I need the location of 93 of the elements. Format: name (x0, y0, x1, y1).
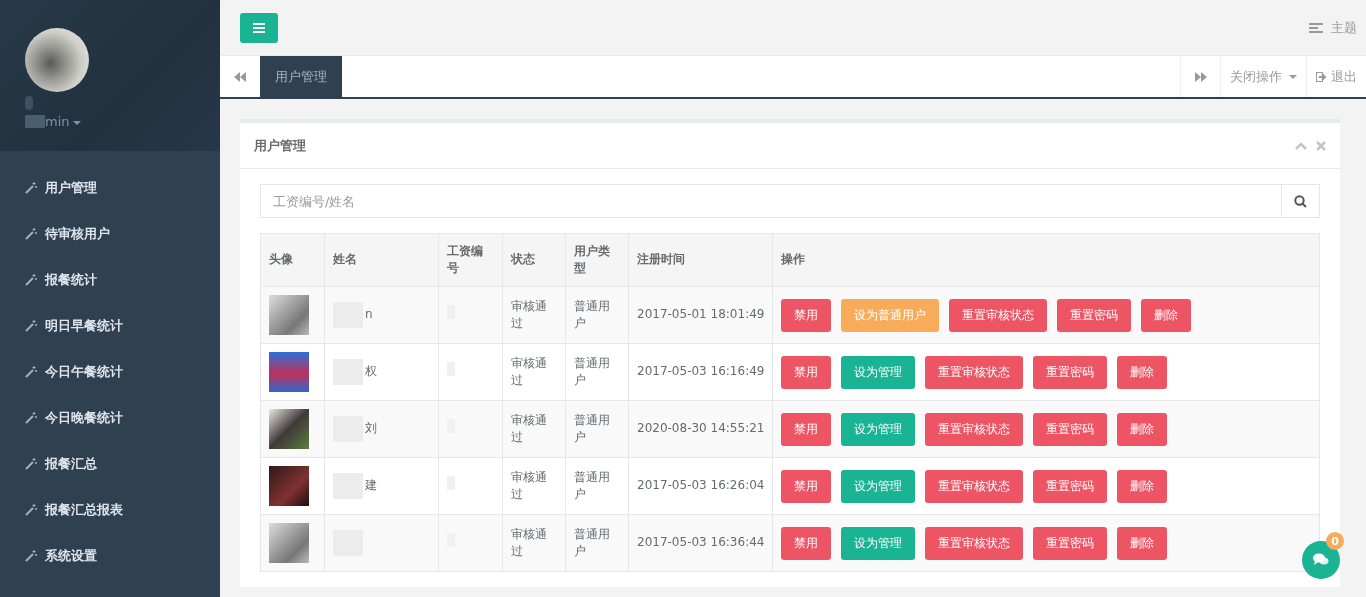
sidebar-item[interactable]: 明日早餐统计 (0, 303, 220, 349)
action-button[interactable]: 设为管理 (841, 469, 916, 503)
lines-icon (1309, 22, 1323, 33)
sidebar-item[interactable]: 待审核用户 (0, 211, 220, 257)
search-field[interactable]: 工资编号/姓名 (260, 184, 1282, 218)
menu-icon (253, 22, 265, 33)
magic-wand-icon (25, 366, 37, 378)
double-left-icon (234, 71, 246, 82)
avatar-photo-placeholder (269, 295, 309, 335)
action-button[interactable]: 重置密码 (1033, 355, 1108, 389)
table-cell: n (365, 306, 373, 324)
table-cell: 审核通过 (511, 526, 547, 558)
panel-title: 用户管理 (254, 136, 306, 155)
table-cell: 2017-05-03 16:16:49 (637, 364, 765, 379)
username-dropdown[interactable]: min (45, 114, 81, 129)
action-button[interactable]: 重置审核状态 (949, 298, 1048, 332)
sidebar-item[interactable]: 报餐汇总报表 (0, 487, 220, 533)
action-button[interactable]: 重置密码 (1033, 526, 1108, 560)
action-button[interactable]: 重置密码 (1057, 298, 1132, 332)
table-cell: 刘 (365, 420, 377, 438)
theme-link[interactable]: 主题 (1309, 18, 1357, 37)
search-icon (1294, 194, 1307, 208)
table-cell: 普通用户 (574, 526, 610, 558)
sign-out-icon (1316, 71, 1327, 82)
column-header: 注册时间 (628, 233, 773, 287)
table-cell: 审核通过 (511, 469, 547, 501)
magic-wand-icon (25, 458, 37, 470)
action-button[interactable]: 禁用 (781, 526, 832, 560)
column-header: 操作 (772, 233, 1320, 287)
column-header: 姓名 (324, 233, 439, 287)
column-header: 状态 (502, 233, 566, 287)
sidebar-item[interactable]: 报餐统计 (0, 257, 220, 303)
chat-bubbles-icon (1313, 553, 1329, 567)
avatar-photo-placeholder (269, 523, 309, 563)
avatar-photo-placeholder (269, 409, 309, 449)
magic-wand-icon (25, 550, 37, 562)
magic-wand-icon (25, 274, 37, 286)
tab[interactable]: 用户管理 (260, 56, 342, 97)
action-button[interactable]: 设为管理 (841, 526, 916, 560)
action-button[interactable]: 重置密码 (1033, 412, 1108, 446)
action-button[interactable]: 禁用 (781, 298, 832, 332)
search-button[interactable] (1282, 184, 1320, 218)
action-button[interactable]: 禁用 (781, 355, 832, 389)
action-button[interactable]: 禁用 (781, 412, 832, 446)
table-cell: 2020-08-30 14:55:21 (637, 421, 765, 436)
table-cell: 权 (365, 363, 377, 381)
table-cell: 普通用户 (574, 355, 610, 387)
avatar-photo-placeholder (269, 466, 309, 506)
column-header: 工资编号 (438, 233, 503, 287)
table-cell: 建 (365, 477, 377, 495)
magic-wand-icon (25, 504, 37, 516)
action-button[interactable]: 设为管理 (841, 412, 916, 446)
collapse-icon[interactable] (1295, 141, 1307, 150)
action-button[interactable]: 重置审核状态 (925, 355, 1024, 389)
action-button[interactable]: 重置审核状态 (925, 526, 1024, 560)
action-button[interactable]: 重置密码 (1033, 469, 1108, 503)
magic-wand-icon (25, 182, 37, 194)
action-button[interactable]: 设为普通用户 (841, 298, 940, 332)
magic-wand-icon (25, 228, 37, 240)
redacted-name-block (25, 96, 33, 110)
notification-badge: 0 (1326, 532, 1344, 550)
table-cell: 审核通过 (511, 412, 547, 444)
double-right-icon (1194, 71, 1207, 82)
action-button[interactable]: 删除 (1117, 526, 1168, 560)
action-button[interactable]: 重置审核状态 (925, 469, 1024, 503)
action-button[interactable]: 删除 (1141, 298, 1192, 332)
action-button[interactable]: 删除 (1117, 412, 1168, 446)
action-button[interactable]: 禁用 (781, 469, 832, 503)
table-cell: 2017-05-03 16:36:44 (637, 535, 765, 550)
action-button[interactable]: 删除 (1117, 355, 1168, 389)
action-button[interactable]: 设为管理 (841, 355, 916, 389)
table-cell: 审核通过 (511, 298, 547, 330)
sidebar-item[interactable]: 用户管理 (0, 165, 220, 211)
redacted-block (25, 115, 45, 128)
sidebar-item[interactable]: 报餐汇总 (0, 441, 220, 487)
table-cell: 2017-05-01 18:01:49 (637, 307, 765, 322)
magic-wand-icon (25, 412, 37, 424)
table-cell: 普通用户 (574, 412, 610, 444)
magic-wand-icon (25, 320, 37, 332)
sidebar-item[interactable]: 系统设置 (0, 533, 220, 579)
table-cell: 普通用户 (574, 469, 610, 501)
table-cell: 审核通过 (511, 355, 547, 387)
close-icon[interactable] (1316, 140, 1326, 151)
column-header: 用户类型 (565, 233, 629, 287)
action-button[interactable]: 删除 (1117, 469, 1168, 503)
sidebar-item[interactable]: 今日晚餐统计 (0, 395, 220, 441)
avatar-photo-placeholder (269, 352, 309, 392)
menu-button[interactable] (240, 12, 278, 43)
table-cell: 普通用户 (574, 298, 610, 330)
sidebar-item[interactable]: 今日午餐统计 (0, 349, 220, 395)
table-cell: 2017-05-03 16:26:04 (637, 478, 765, 493)
column-header: 头像 (260, 233, 325, 287)
action-button[interactable]: 重置审核状态 (925, 412, 1024, 446)
